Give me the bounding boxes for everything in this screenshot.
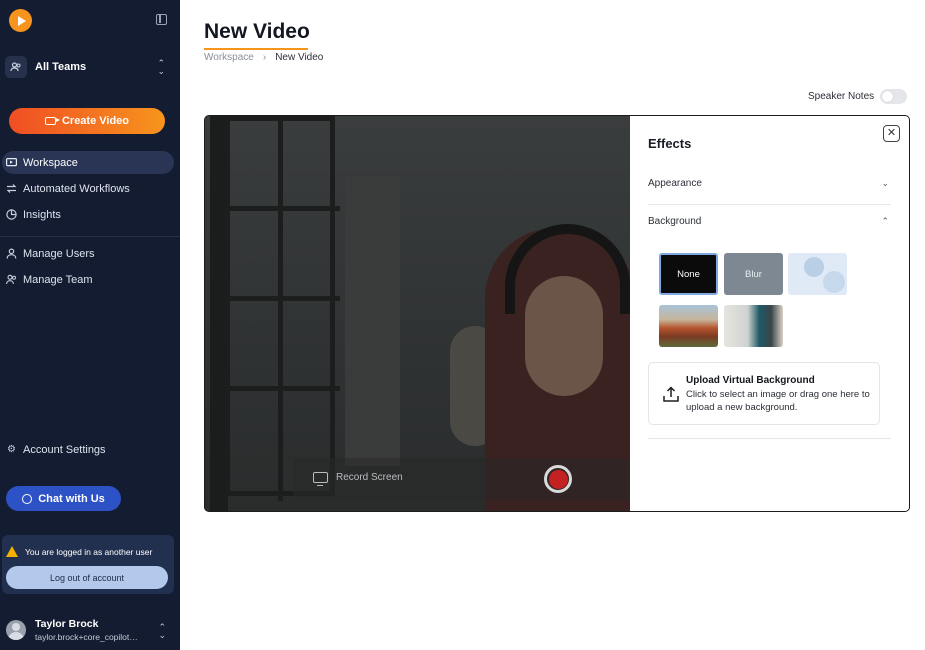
sidebar: All Teams ⌃ ⌄ Create Video Workspace Auto… [0,0,180,650]
create-video-label: Create Video [61,115,130,127]
sidebar-item-label: Automated Workflows [23,182,130,195]
create-video-button[interactable]: Create Video [9,108,165,134]
play-logo-icon [17,15,26,26]
chevron-up-icon: ⌃ [881,216,889,226]
workflow-icon [6,183,17,194]
team-selector-label: All Teams [35,61,87,73]
title-underline [204,48,308,50]
divider [648,438,891,439]
sidebar-collapse-icon[interactable] [156,14,167,25]
sidebar-item-automated-workflows[interactable]: Automated Workflows [2,177,174,200]
speaker-notes-control: Speaker Notes [808,89,908,104]
user-menu[interactable]: Taylor Brock taylor.brock+core_copilot… … [6,615,176,645]
accordion-appearance[interactable]: Appearance ⌄ [648,178,891,189]
insights-icon [6,209,17,220]
chevron-updown-icon: ⌃ ⌄ [158,622,166,640]
sidebar-item-label: Manage Users [23,247,95,260]
record-button[interactable] [544,465,572,493]
user-name: Taylor Brock [35,618,99,630]
upload-icon [663,386,679,402]
record-screen-label: Record Screen [336,472,403,483]
chevron-right-icon: › [262,52,267,63]
sidebar-item-insights[interactable]: Insights [2,203,174,226]
background-option-blur[interactable]: Blur [724,253,783,295]
page-title: New Video [204,20,310,43]
close-icon[interactable]: ✕ [883,125,900,142]
window-transom [230,206,340,211]
divider [648,204,891,205]
chat-bubble-icon [22,493,33,504]
speaker-notes-toggle[interactable] [880,89,908,104]
sidebar-divider [0,236,180,237]
avatar [6,620,26,640]
upload-description: Click to select an image or drag one her… [686,389,870,413]
sidebar-item-workspace[interactable]: Workspace [2,151,174,174]
accordion-label: Background [648,216,702,227]
warning-message: You are logged in as another user [6,546,152,557]
breadcrumb-current: New Video [275,52,324,63]
background-option-pattern[interactable] [788,253,847,295]
sidebar-item-label: Manage Team [23,273,93,286]
user-email: taylor.brock+core_copilot… [35,632,138,642]
background-option-label: Blur [745,268,762,280]
upload-title: Upload Virtual Background [686,375,815,386]
sidebar-item-label: Workspace [23,156,78,169]
warning-text: You are logged in as another user [25,546,153,557]
app-root: All Teams ⌃ ⌄ Create Video Workspace Auto… [0,0,925,650]
chat-with-us-button[interactable]: Chat with Us [6,486,121,511]
monitor-icon [313,472,328,486]
chevron-updown-icon: ⌃ ⌄ [157,58,165,76]
effects-title: Effects [648,136,692,151]
app-logo[interactable] [9,9,32,32]
camera-bg-shelf [345,176,400,466]
breadcrumb: Workspace › New Video [204,52,323,63]
camera-bg-window [225,116,340,501]
sidebar-item-account-settings[interactable]: ⚙ Account Settings [2,438,174,461]
team-icon [5,56,27,78]
window-transom [230,386,340,391]
window-transom [230,296,340,301]
user-icon [6,248,17,259]
background-option-none[interactable]: None [659,253,718,295]
accordion-label: Appearance [648,178,702,189]
team-selector[interactable]: All Teams ⌃ ⌄ [5,55,175,79]
recording-stage: Record Screen ✕ Effects Appearance ⌄ Bac… [204,115,910,512]
speaker-notes-label: Speaker Notes [808,91,875,102]
impersonation-warning: You are logged in as another user Log ou… [2,535,174,594]
logout-button[interactable]: Log out of account [6,566,168,589]
record-dot-icon [548,469,568,489]
window-mullion [278,121,283,501]
gear-icon: ⚙ [7,444,16,455]
sidebar-item-manage-users[interactable]: Manage Users [2,242,174,265]
effects-panel: ✕ Effects Appearance ⌄ Background ⌃ None… [630,116,909,511]
recording-controls: Record Screen [293,458,630,500]
warning-icon [6,546,18,557]
chat-with-us-label: Chat with Us [38,492,105,505]
record-screen-button[interactable]: Record Screen [313,472,403,486]
background-option-label: None [677,268,700,280]
upload-background-dropzone[interactable]: Upload Virtual Background Click to selec… [648,362,880,425]
workspace-icon [6,157,17,168]
team-icon [6,274,17,285]
sidebar-item-label: Insights [23,208,61,221]
sidebar-item-label: Account Settings [23,443,106,456]
background-option-room-photo[interactable] [724,305,783,347]
camera-preview: Record Screen [205,116,630,511]
background-option-rocks-photo[interactable] [659,305,718,347]
chevron-down-icon: ⌄ [881,178,889,188]
accordion-background[interactable]: Background ⌃ [648,216,891,227]
sidebar-item-manage-team[interactable]: Manage Team [2,268,174,291]
camera-icon [44,117,60,125]
breadcrumb-workspace[interactable]: Workspace [204,52,254,63]
